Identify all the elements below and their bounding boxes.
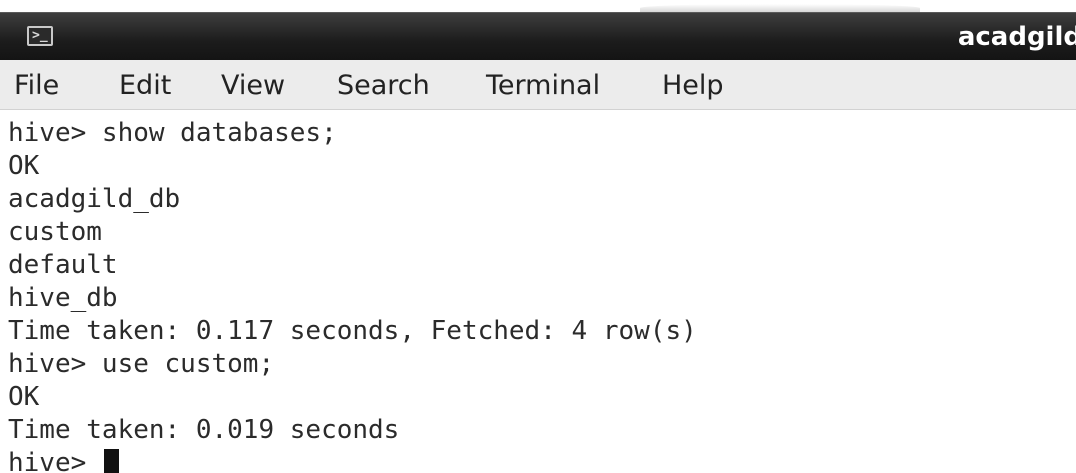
menu-bar: File Edit View Search Terminal Help <box>0 60 1076 110</box>
window-title: acadgild <box>957 22 1076 52</box>
prompt-text: hive> <box>8 448 102 473</box>
terminal-line: hive> use custom; <box>8 349 275 379</box>
terminal-line: OK <box>8 382 40 412</box>
terminal-output[interactable]: hive> show databases; OK acadgild_db cus… <box>0 111 1076 473</box>
menu-view[interactable]: View <box>221 70 285 102</box>
prompt-glyph-icon: >_ <box>32 28 48 43</box>
terminal-window: >_ acadgild File Edit View Search Termin… <box>0 0 1076 473</box>
menu-file[interactable]: File <box>14 70 59 102</box>
desktop-strip <box>0 0 1076 12</box>
title-bar[interactable]: >_ acadgild <box>0 12 1076 60</box>
terminal-line: Time taken: 0.019 seconds <box>8 415 400 445</box>
menu-edit[interactable]: Edit <box>119 70 171 102</box>
menu-search[interactable]: Search <box>337 70 430 102</box>
terminal-line: custom <box>8 217 102 247</box>
menu-terminal[interactable]: Terminal <box>486 70 600 102</box>
terminal-prompt-line[interactable]: hive> <box>8 447 119 473</box>
terminal-line: default <box>8 250 118 280</box>
terminal-line: acadgild_db <box>8 184 181 214</box>
terminal-line: Time taken: 0.117 seconds, Fetched: 4 ro… <box>8 316 697 346</box>
window-shadow <box>640 4 920 12</box>
text-cursor <box>103 449 119 473</box>
terminal-line: hive> show databases; <box>8 118 337 148</box>
terminal-icon[interactable]: >_ <box>27 26 53 46</box>
terminal-line: hive_db <box>8 283 118 313</box>
menu-help[interactable]: Help <box>662 70 724 102</box>
terminal-line: OK <box>8 151 40 181</box>
